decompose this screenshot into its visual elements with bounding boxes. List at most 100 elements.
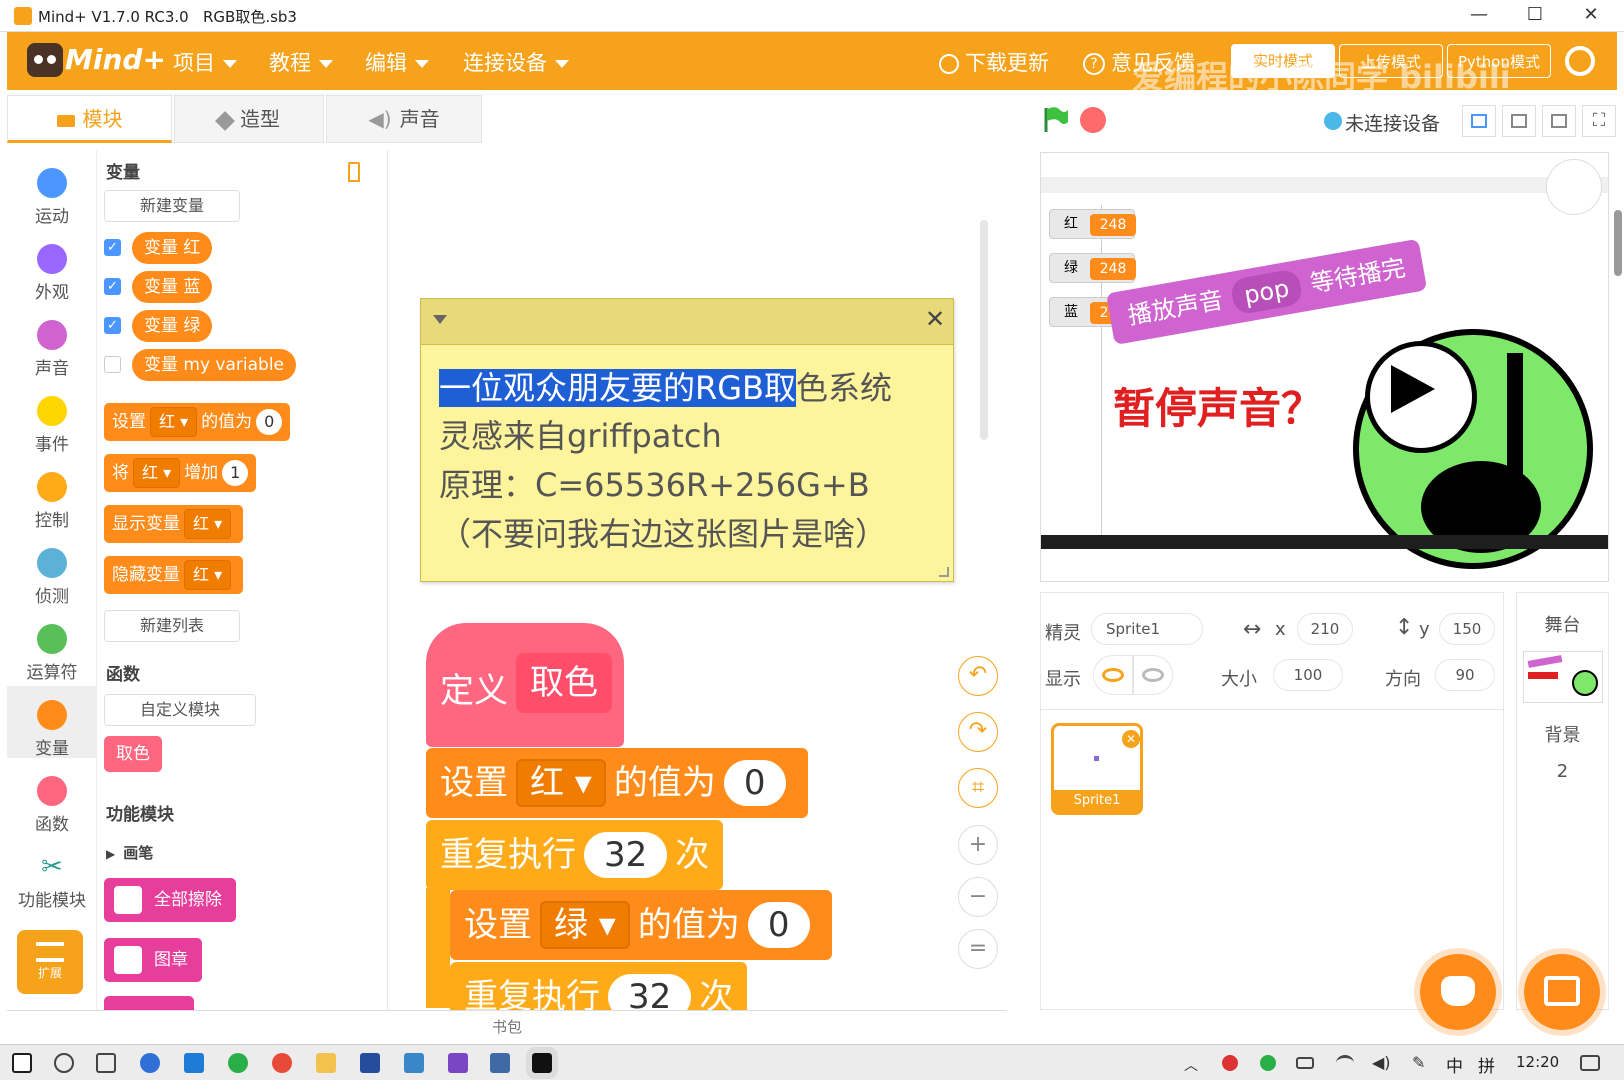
- show-visible-button[interactable]: [1093, 655, 1133, 695]
- tray-app-icon-1[interactable]: [1222, 1055, 1238, 1071]
- visual-studio-icon[interactable]: [448, 1053, 468, 1073]
- y-input[interactable]: 150: [1439, 613, 1495, 645]
- set-green-dropdown[interactable]: 绿 ▾: [540, 901, 630, 949]
- pen-stamp-block[interactable]: 图章: [104, 938, 202, 982]
- variable-checkbox-green[interactable]: ✓: [104, 317, 121, 334]
- ime-indicator[interactable]: 中: [1446, 1052, 1463, 1077]
- show-hidden-button[interactable]: [1133, 655, 1173, 695]
- variable-green[interactable]: 变量 绿: [132, 310, 213, 342]
- function-block-pick-color[interactable]: 取色: [104, 736, 162, 772]
- delete-sprite-icon[interactable]: ✕: [1122, 730, 1140, 748]
- monitor-red[interactable]: 红 248: [1049, 209, 1136, 239]
- cleanup-icon[interactable]: ⌗: [958, 768, 998, 808]
- monitor-green[interactable]: 绿 248: [1049, 253, 1136, 283]
- close-comment-icon[interactable]: ✕: [925, 305, 945, 333]
- wechat-icon[interactable]: [228, 1053, 248, 1073]
- stage-scrollbar[interactable]: [1614, 210, 1622, 276]
- category-sensing[interactable]: 侦测: [7, 534, 97, 607]
- variable-blue[interactable]: 变量 蓝: [132, 271, 213, 303]
- maximize-button[interactable]: ☐: [1508, 0, 1562, 32]
- category-variables[interactable]: 变量: [7, 686, 97, 759]
- define-block[interactable]: 定义 取色: [426, 623, 624, 747]
- task-view-icon[interactable]: [96, 1053, 116, 1073]
- tab-costumes[interactable]: 造型: [174, 95, 324, 143]
- tray-chevron-icon[interactable]: ︿: [1184, 1055, 1198, 1075]
- variable-checkbox-my-variable[interactable]: [104, 356, 121, 373]
- redo-icon[interactable]: ↷: [958, 712, 998, 752]
- custom-block-button[interactable]: 自定义模块: [104, 694, 256, 726]
- search-icon[interactable]: [54, 1053, 74, 1073]
- add-backdrop-button[interactable]: [1524, 954, 1600, 1030]
- pin-icon[interactable]: [348, 162, 360, 182]
- pen-group-toggle[interactable]: ▶ 画笔: [106, 842, 153, 863]
- comment-note[interactable]: ✕ 一位观众朋友要的RGB取色系统 灵感来自griffpatch 原理：C=65…: [420, 298, 954, 582]
- dev-app-icon[interactable]: [360, 1053, 380, 1073]
- workspace-scrollbar[interactable]: [980, 220, 988, 440]
- app-icon-3[interactable]: [490, 1053, 510, 1073]
- set-red-block[interactable]: 设置红 ▾ 的值为 0: [426, 748, 808, 818]
- settings-gear-icon[interactable]: [1565, 46, 1595, 76]
- file-explorer-icon[interactable]: [316, 1053, 336, 1073]
- pen-tray-icon[interactable]: ✎: [1412, 1053, 1425, 1072]
- pen-block-partial[interactable]: [104, 996, 194, 1010]
- comment-line-3[interactable]: 原理：C=65536R+256G+B: [439, 460, 870, 506]
- extension-button[interactable]: 扩展: [17, 930, 83, 994]
- hide-variable-block[interactable]: 隐藏变量红 ▾: [104, 556, 244, 594]
- add-sprite-button[interactable]: [1420, 954, 1496, 1030]
- repeat-block-inner[interactable]: 重复执行 32 次: [450, 962, 748, 1010]
- fullscreen-icon[interactable]: ⛶: [1582, 105, 1616, 137]
- volume-icon[interactable]: ◀): [1372, 1053, 1391, 1072]
- zoom-reset-icon[interactable]: =: [958, 929, 998, 969]
- category-control[interactable]: 控制: [7, 458, 97, 531]
- variable-checkbox-red[interactable]: ✓: [104, 239, 121, 256]
- direction-input[interactable]: 90: [1435, 659, 1495, 691]
- category-operators[interactable]: 运算符: [7, 610, 97, 683]
- variable-my-variable[interactable]: 变量 my variable: [132, 349, 297, 381]
- change-variable-block[interactable]: 将红 ▾ 增加 1: [104, 454, 257, 492]
- chrome-icon[interactable]: [272, 1053, 292, 1073]
- repeat-block-outer[interactable]: 重复执行 32 次: [426, 820, 724, 890]
- resize-handle[interactable]: [939, 567, 949, 577]
- tab-blocks[interactable]: 模块: [7, 95, 172, 143]
- size-input[interactable]: 100: [1273, 659, 1343, 691]
- stage-canvas[interactable]: 红248 绿248 蓝240 播放声音pop等待播完 暂停声音？: [1040, 152, 1609, 582]
- close-window-button[interactable]: ✕: [1564, 0, 1618, 32]
- new-variable-button[interactable]: 新建变量: [104, 190, 240, 222]
- set-variable-block[interactable]: 设置红 ▾ 的值为 0: [104, 403, 291, 441]
- clock[interactable]: 12:20: [1516, 1053, 1559, 1071]
- category-modules[interactable]: ✂ 功能模块: [7, 838, 97, 918]
- undo-icon[interactable]: ↶: [958, 656, 998, 696]
- capcut-icon[interactable]: [526, 1047, 558, 1079]
- set-green-block[interactable]: 设置绿 ▾ 的值为 0: [450, 890, 832, 960]
- sprite-name-input[interactable]: Sprite1: [1091, 613, 1203, 645]
- menu-project[interactable]: 项目: [173, 47, 237, 77]
- comment-line-2[interactable]: 灵感来自griffpatch: [439, 411, 722, 457]
- menu-edit[interactable]: 编辑: [365, 47, 429, 77]
- backpack-bar[interactable]: 书包: [7, 1010, 1007, 1042]
- small-stage-button[interactable]: [1462, 105, 1496, 137]
- pen-clear-block[interactable]: 全部擦除: [104, 878, 236, 922]
- tray-app-icon-2[interactable]: [1260, 1055, 1276, 1071]
- sprite-thumbnail[interactable]: ✕ Sprite1: [1051, 723, 1143, 815]
- minimize-button[interactable]: —: [1452, 0, 1506, 32]
- variable-red[interactable]: 变量 红: [132, 232, 213, 264]
- tab-sounds[interactable]: ◀) 声音: [326, 95, 482, 143]
- category-motion[interactable]: 运动: [7, 154, 97, 227]
- variable-checkbox-blue[interactable]: ✓: [104, 278, 121, 295]
- wifi-icon[interactable]: [1336, 1055, 1354, 1071]
- edge-icon[interactable]: [184, 1053, 204, 1073]
- large-stage-button[interactable]: [1542, 105, 1576, 137]
- x-input[interactable]: 210: [1297, 613, 1353, 645]
- menu-tutorial[interactable]: 教程: [269, 47, 333, 77]
- app-icon-2[interactable]: [404, 1053, 424, 1073]
- notification-icon[interactable]: [1580, 1055, 1600, 1071]
- normal-stage-button[interactable]: [1502, 105, 1536, 137]
- category-events[interactable]: 事件: [7, 382, 97, 455]
- collapse-triangle-icon[interactable]: [433, 315, 447, 324]
- zoom-in-icon[interactable]: +: [958, 825, 998, 865]
- category-sound[interactable]: 声音: [7, 306, 97, 379]
- comment-header[interactable]: ✕: [421, 299, 953, 345]
- windows-start-icon[interactable]: [12, 1053, 32, 1073]
- zoom-out-icon[interactable]: −: [958, 877, 998, 917]
- menu-connect-device[interactable]: 连接设备: [463, 47, 569, 77]
